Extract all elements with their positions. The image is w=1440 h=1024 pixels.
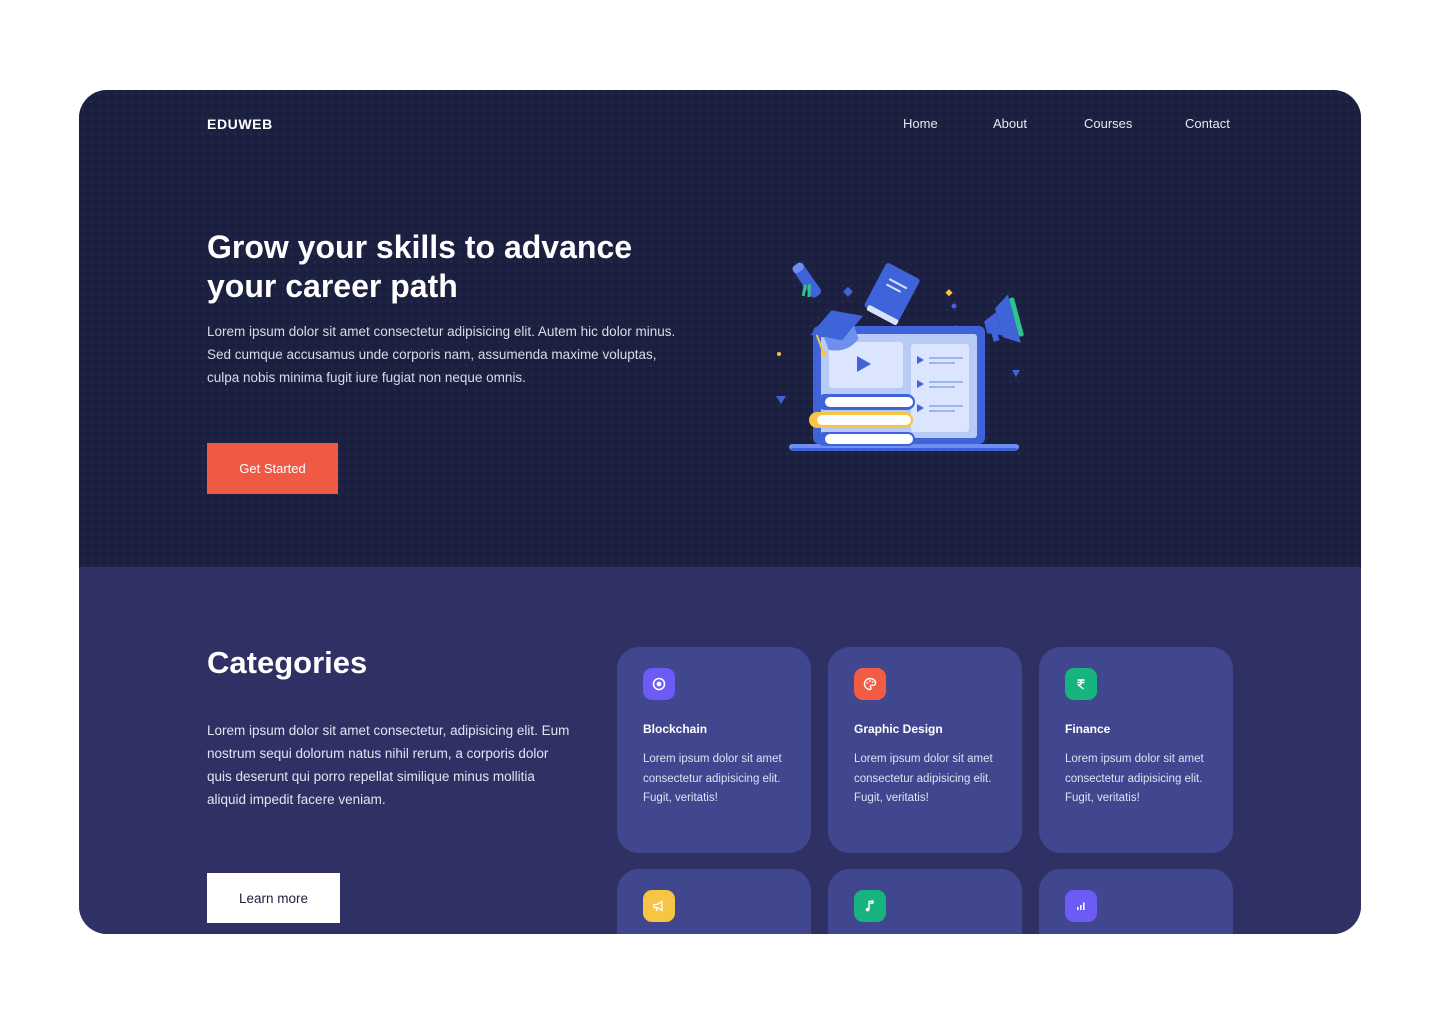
category-card-graphic-design[interactable]: Graphic Design Lorem ipsum dolor sit ame… [828, 647, 1022, 853]
palette-icon [854, 668, 886, 700]
megaphone-icon [643, 890, 675, 922]
card-title: Blockchain [643, 722, 708, 736]
category-card-blockchain[interactable]: Blockchain Lorem ipsum dolor sit amet co… [617, 647, 811, 853]
category-card-music[interactable] [828, 869, 1022, 934]
hero-section: EDUWEB Home About Courses Contact Grow y… [79, 90, 1361, 567]
landing-page-frame: EDUWEB Home About Courses Contact Grow y… [79, 90, 1361, 934]
learn-more-button[interactable]: Learn more [207, 873, 340, 923]
blockchain-icon [643, 668, 675, 700]
categories-section: Categories Lorem ipsum dolor sit amet co… [79, 567, 1361, 934]
main-nav: Home About Courses Contact [79, 116, 1361, 136]
card-title: Finance [1065, 722, 1111, 736]
category-card-analytics[interactable] [1039, 869, 1233, 934]
card-description: Lorem ipsum dolor sit amet consectetur a… [1065, 753, 1204, 804]
nav-link-contact[interactable]: Contact [1185, 116, 1230, 131]
card-title: Graphic Design [854, 722, 943, 736]
card-description: Lorem ipsum dolor sit amet consectetur a… [643, 753, 782, 804]
category-card-marketing[interactable] [617, 869, 811, 934]
bar-chart-icon [1065, 890, 1097, 922]
rupee-icon [1065, 668, 1097, 700]
book-icon [864, 263, 920, 326]
nav-link-about[interactable]: About [993, 116, 1027, 131]
card-description: Lorem ipsum dolor sit amet consectetur a… [854, 753, 993, 804]
music-note-icon [854, 890, 886, 922]
categories-title: Categories [207, 645, 368, 680]
education-illustration [776, 262, 1024, 451]
hero-description: Lorem ipsum dolor sit amet consectetur a… [207, 324, 676, 385]
get-started-button[interactable]: Get Started [207, 443, 338, 494]
diploma-scroll-icon [792, 262, 822, 298]
nav-link-courses[interactable]: Courses [1084, 116, 1132, 131]
nav-link-home[interactable]: Home [903, 116, 938, 131]
megaphone-icon [984, 294, 1024, 343]
hero-title: Grow your skills to advance your career … [207, 229, 633, 304]
categories-description: Lorem ipsum dolor sit amet consectetur, … [207, 723, 570, 807]
category-card-finance[interactable]: Finance Lorem ipsum dolor sit amet conse… [1039, 647, 1233, 853]
